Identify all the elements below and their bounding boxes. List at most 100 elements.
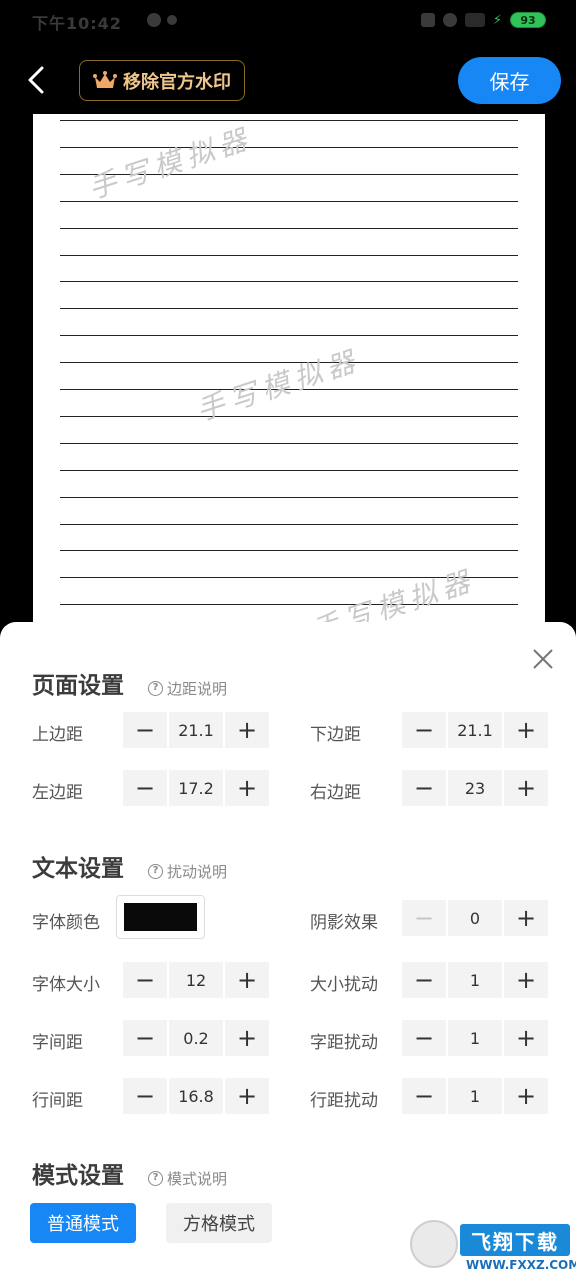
spacing-jitter-stepper: − 1 + [402, 1020, 548, 1056]
site-logo-icon [410, 1220, 458, 1268]
decrease-button[interactable]: − [123, 1020, 167, 1056]
mode-settings-title: 模式设置 [32, 1163, 124, 1189]
font-color-label: 字体颜色 [32, 913, 100, 933]
letter-spacing-stepper: − 0.2 + [123, 1020, 269, 1056]
margin-help-link[interactable]: ? 边距说明 [148, 678, 227, 699]
silent-icon [420, 13, 435, 27]
remove-watermark-button[interactable]: 移除官方水印 [79, 60, 245, 101]
top-margin-label: 上边距 [32, 725, 83, 745]
watermark-text: 手写模拟器 [84, 121, 257, 206]
margin-help-label: 边距说明 [167, 680, 228, 698]
decrease-button[interactable]: − [123, 770, 167, 806]
text-settings-title: 文本设置 [32, 856, 124, 882]
ruled-line [60, 308, 518, 310]
increase-button[interactable]: + [225, 770, 269, 806]
status-time: 下午10:42 [32, 14, 122, 33]
ruled-line [60, 469, 518, 471]
decrease-button[interactable]: − [402, 1078, 446, 1114]
normal-mode-button[interactable]: 普通模式 [30, 1203, 136, 1243]
size-jitter-stepper: − 1 + [402, 962, 548, 998]
help-icon: ? [148, 864, 163, 879]
shadow-value[interactable]: 0 [448, 900, 502, 936]
line-spacing-label: 行间距 [32, 1091, 83, 1111]
notification-icons [147, 13, 177, 27]
battery-icon: 93 [510, 12, 546, 28]
right-margin-label: 右边距 [310, 783, 361, 803]
size-jitter-value[interactable]: 1 [448, 962, 502, 998]
increase-button[interactable]: + [225, 962, 269, 998]
top-margin-value[interactable]: 21.1 [169, 712, 223, 748]
font-size-value[interactable]: 12 [169, 962, 223, 998]
ruled-line [60, 254, 518, 256]
bottom-margin-stepper: − 21.1 + [402, 712, 548, 748]
line-jitter-stepper: − 1 + [402, 1078, 548, 1114]
line-jitter-label: 行距扰动 [310, 1091, 378, 1111]
jitter-help-label: 扰动说明 [167, 863, 228, 881]
decrease-button[interactable]: − [123, 1078, 167, 1114]
help-icon: ? [148, 681, 163, 696]
alarm-icon [442, 13, 457, 27]
back-arrow-icon[interactable] [22, 62, 52, 98]
save-button[interactable]: 保存 [458, 57, 561, 104]
increase-button[interactable]: + [504, 1020, 548, 1056]
close-icon[interactable] [531, 647, 555, 671]
increase-button[interactable]: + [225, 1020, 269, 1056]
increase-button[interactable]: + [225, 1078, 269, 1114]
increase-button[interactable]: + [225, 712, 269, 748]
decrease-button[interactable]: − [402, 712, 446, 748]
status-bar: 下午10:42 ⚡ 93 [0, 0, 576, 42]
color-fill [124, 903, 197, 931]
increase-button[interactable]: + [504, 770, 548, 806]
ruled-line [60, 496, 518, 498]
shadow-label: 阴影效果 [310, 913, 378, 933]
decrease-button[interactable]: − [402, 1020, 446, 1056]
increase-button[interactable]: + [504, 1078, 548, 1114]
site-logo-text: 飞翔下载 [460, 1224, 570, 1256]
page-settings-title: 页面设置 [32, 673, 124, 699]
decrease-button[interactable]: − [402, 770, 446, 806]
letter-spacing-label: 字间距 [32, 1033, 83, 1053]
increase-button[interactable]: + [504, 900, 548, 936]
bottom-margin-value[interactable]: 21.1 [448, 712, 502, 748]
ruled-line [60, 335, 518, 337]
help-icon: ? [148, 1171, 163, 1186]
right-margin-stepper: − 23 + [402, 770, 548, 806]
left-margin-value[interactable]: 17.2 [169, 770, 223, 806]
decrease-button[interactable]: − [402, 962, 446, 998]
increase-button[interactable]: + [504, 962, 548, 998]
grid-mode-button[interactable]: 方格模式 [166, 1203, 272, 1243]
ruled-line [60, 146, 518, 148]
ruled-line [60, 200, 518, 202]
mode-help-label: 模式说明 [167, 1170, 228, 1188]
ruled-line [60, 442, 518, 444]
mode-help-link[interactable]: ? 模式说明 [148, 1168, 227, 1189]
font-size-stepper: − 12 + [123, 962, 269, 998]
font-size-label: 字体大小 [32, 975, 100, 995]
charging-icon: ⚡ [492, 12, 502, 28]
decrease-button[interactable]: − [123, 712, 167, 748]
remove-watermark-label: 移除官方水印 [123, 71, 231, 93]
left-margin-label: 左边距 [32, 783, 83, 803]
ruled-line [60, 120, 518, 121]
site-url: WWW.FXXZ.COM [466, 1258, 576, 1272]
jitter-help-link[interactable]: ? 扰动说明 [148, 861, 227, 882]
crown-icon [93, 70, 117, 88]
top-margin-stepper: − 21.1 + [123, 712, 269, 748]
shadow-stepper: − 0 + [402, 900, 548, 936]
status-right: ⚡ 93 [420, 12, 546, 28]
decrease-button[interactable]: − [123, 962, 167, 998]
spacing-jitter-label: 字距扰动 [310, 1033, 378, 1053]
font-color-swatch[interactable] [116, 895, 205, 939]
paper-preview: 手写模拟器 手写模拟器 手写模拟器 [33, 114, 545, 654]
line-spacing-value[interactable]: 16.8 [169, 1078, 223, 1114]
signal-icon [464, 13, 485, 27]
letter-spacing-value[interactable]: 0.2 [169, 1020, 223, 1056]
line-jitter-value[interactable]: 1 [448, 1078, 502, 1114]
decrease-button[interactable]: − [402, 900, 446, 936]
line-spacing-stepper: − 16.8 + [123, 1078, 269, 1114]
spacing-jitter-value[interactable]: 1 [448, 1020, 502, 1056]
right-margin-value[interactable]: 23 [448, 770, 502, 806]
site-badge: 飞翔下载 WWW.FXXZ.COM [410, 1220, 576, 1276]
ruled-line [60, 550, 518, 552]
increase-button[interactable]: + [504, 712, 548, 748]
